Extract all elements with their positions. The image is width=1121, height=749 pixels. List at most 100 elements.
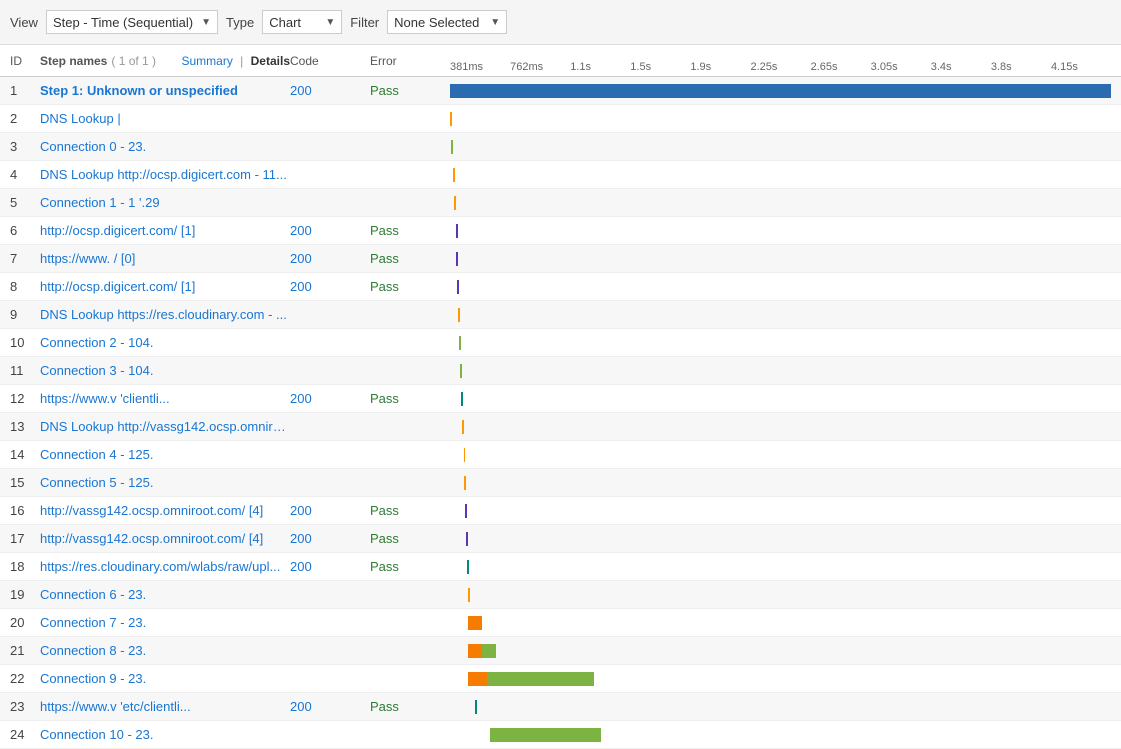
type-label: Type	[226, 15, 254, 30]
waterfall-bar[interactable]	[451, 140, 453, 154]
waterfall-bar[interactable]	[475, 700, 477, 714]
step-name-link[interactable]: DNS Lookup |	[40, 111, 121, 126]
bar-segment	[468, 588, 470, 602]
chevron-down-icon: ▼	[201, 17, 211, 28]
error-status: Pass	[370, 251, 450, 266]
step-name-link[interactable]: https://www.v 'etc/clientli...	[40, 699, 191, 714]
details-link[interactable]: Details	[251, 54, 290, 68]
error-status: Pass	[370, 223, 450, 238]
waterfall-bar[interactable]	[468, 644, 496, 658]
waterfall-bar[interactable]	[450, 112, 452, 126]
waterfall-bar[interactable]	[457, 280, 459, 294]
step-name-link[interactable]: http://ocsp.digicert.com/ [1]	[40, 279, 195, 294]
http-code[interactable]: 200	[290, 223, 370, 238]
step-name-link[interactable]: DNS Lookup http://vassg142.ocsp.omniro..…	[40, 419, 290, 434]
waterfall-bar[interactable]	[465, 504, 467, 518]
step-name-link[interactable]: DNS Lookup https://res.cloudinary.com - …	[40, 307, 287, 322]
step-name-link[interactable]: Connection 1 - 1 '.29	[40, 195, 160, 210]
row-id: 6	[10, 223, 40, 238]
bar-segment	[451, 140, 453, 154]
step-name-link[interactable]: Connection 6 - 23.	[40, 587, 146, 602]
bar-segment	[454, 196, 456, 210]
waterfall-bar[interactable]	[459, 336, 461, 350]
step-name-link[interactable]: http://vassg142.ocsp.omniroot.com/ [4]	[40, 531, 263, 546]
http-code[interactable]: 200	[290, 559, 370, 574]
waterfall-bar[interactable]	[454, 196, 456, 210]
timeline-cell	[450, 273, 1111, 300]
header-error: Error	[370, 54, 450, 68]
step-name-link[interactable]: https://res.cloudinary.com/wlabs/raw/upl…	[40, 559, 280, 574]
waterfall-bar[interactable]	[462, 420, 464, 434]
table-row: 17http://vassg142.ocsp.omniroot.com/ [4]…	[0, 525, 1121, 553]
summary-link[interactable]: Summary	[182, 54, 233, 68]
bar-segment	[468, 644, 482, 658]
http-code[interactable]: 200	[290, 699, 370, 714]
header-step-label: Step names	[40, 54, 107, 68]
type-value: Chart	[269, 15, 301, 30]
table-row: 20Connection 7 - 23.	[0, 609, 1121, 637]
waterfall-bar[interactable]	[468, 616, 482, 630]
waterfall-bar[interactable]	[467, 560, 469, 574]
http-code[interactable]: 200	[290, 83, 370, 98]
step-name-link[interactable]: http://ocsp.digicert.com/ [1]	[40, 223, 195, 238]
filter-label: Filter	[350, 15, 379, 30]
step-name-link[interactable]: Connection 10 - 23.	[40, 727, 153, 742]
row-id: 19	[10, 587, 40, 602]
row-id: 23	[10, 699, 40, 714]
http-code[interactable]: 200	[290, 503, 370, 518]
timeline-cell	[450, 413, 1111, 440]
waterfall-bar[interactable]	[456, 224, 458, 238]
waterfall-bar[interactable]	[461, 392, 463, 406]
row-id: 5	[10, 195, 40, 210]
http-code[interactable]: 200	[290, 279, 370, 294]
waterfall-bar[interactable]	[468, 672, 594, 686]
row-id: 10	[10, 335, 40, 350]
waterfall-bar[interactable]	[466, 532, 468, 546]
waterfall-bar[interactable]	[464, 476, 466, 490]
timeline-cell	[450, 77, 1111, 104]
filter-dropdown[interactable]: None Selected ▼	[387, 10, 507, 34]
timeline-cell	[450, 665, 1111, 692]
waterfall-bar[interactable]	[464, 448, 466, 462]
table-row: 2DNS Lookup |	[0, 105, 1121, 133]
toolbar: View Step - Time (Sequential) ▼ Type Cha…	[0, 0, 1121, 45]
http-code[interactable]: 200	[290, 531, 370, 546]
step-name-link[interactable]: Connection 5 - 125.	[40, 475, 153, 490]
http-code[interactable]: 200	[290, 251, 370, 266]
waterfall-bar[interactable]	[453, 168, 455, 182]
step-name-link[interactable]: Connection 7 - 23.	[40, 615, 146, 630]
timeline-cell	[450, 329, 1111, 356]
step-name-link[interactable]: https://www. / [0]	[40, 251, 135, 266]
table-row: 19Connection 6 - 23.	[0, 581, 1121, 609]
step-name-link[interactable]: Connection 8 - 23.	[40, 643, 146, 658]
row-id: 9	[10, 307, 40, 322]
step-name-link[interactable]: Connection 0 - 23.	[40, 139, 146, 154]
table-row: 4DNS Lookup http://ocsp.digicert.com - 1…	[0, 161, 1121, 189]
step-name-link[interactable]: Connection 2 - 104.	[40, 335, 153, 350]
step-name-link[interactable]: https://www.v 'clientli...	[40, 391, 170, 406]
data-rows: 1Step 1: Unknown or unspecified200Pass2D…	[0, 77, 1121, 749]
type-dropdown[interactable]: Chart ▼	[262, 10, 342, 34]
waterfall-bar[interactable]	[468, 588, 470, 602]
table-row: 16http://vassg142.ocsp.omniroot.com/ [4]…	[0, 497, 1121, 525]
http-code[interactable]: 200	[290, 391, 370, 406]
view-dropdown[interactable]: Step - Time (Sequential) ▼	[46, 10, 218, 34]
timeline-cell	[450, 497, 1111, 524]
step-name-link[interactable]: Connection 9 - 23.	[40, 671, 146, 686]
waterfall-bar[interactable]	[458, 308, 460, 322]
step-name-link[interactable]: http://vassg142.ocsp.omniroot.com/ [4]	[40, 503, 263, 518]
bar-segment	[465, 504, 467, 518]
step-name-link[interactable]: Connection 4 - 125.	[40, 447, 153, 462]
waterfall-bar[interactable]	[450, 84, 1111, 98]
waterfall-bar[interactable]	[456, 252, 458, 266]
waterfall-bar[interactable]	[490, 728, 601, 742]
waterfall-bar[interactable]	[460, 364, 462, 378]
row-id: 24	[10, 727, 40, 742]
timeline-cell	[450, 133, 1111, 160]
step-name-link[interactable]: Step 1: Unknown or unspecified	[40, 83, 238, 98]
bar-segment	[490, 728, 601, 742]
step-name-link[interactable]: Connection 3 - 104.	[40, 363, 153, 378]
timeline-cell	[450, 301, 1111, 328]
table-row: 11Connection 3 - 104.	[0, 357, 1121, 385]
step-name-link[interactable]: DNS Lookup http://ocsp.digicert.com - 11…	[40, 167, 287, 182]
